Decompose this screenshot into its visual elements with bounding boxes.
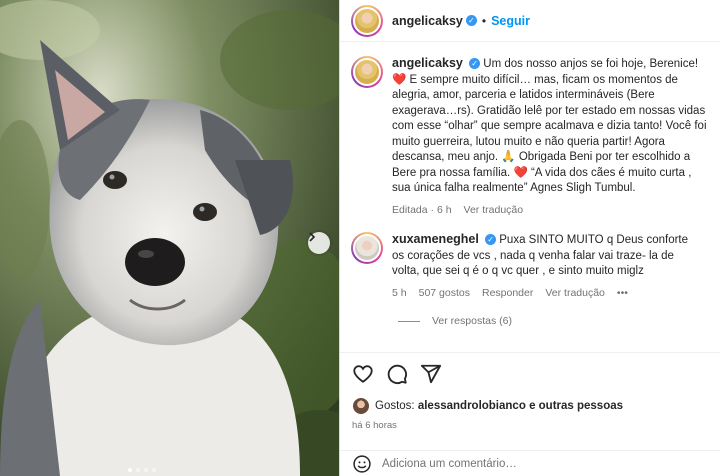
instagram-post-modal: angelicaksy ✓ • Seguir angelicaksy ✓ Um …: [0, 0, 720, 476]
view-replies-label: Ver respostas (6): [432, 315, 512, 327]
emoji-icon[interactable]: [352, 454, 372, 474]
post-header: angelicaksy ✓ • Seguir: [340, 0, 720, 42]
post-time: há 6 horas: [352, 420, 397, 431]
carousel-dot: [152, 468, 156, 472]
follow-button[interactable]: Seguir: [491, 14, 530, 28]
verified-badge-icon: ✓: [469, 58, 481, 70]
carousel-dots: [128, 468, 156, 472]
see-translation-button[interactable]: Ver tradução: [464, 203, 524, 219]
separator-dot: •: [481, 13, 487, 28]
carousel-dot: [136, 468, 140, 472]
avatar[interactable]: [351, 4, 383, 37]
action-bar: [340, 353, 720, 395]
post-author-username[interactable]: angelicaksy: [392, 14, 463, 28]
caption-text: Um dos nosso anjos se foi hoje, Berenice…: [392, 58, 707, 194]
more-options-icon[interactable]: •••: [617, 286, 628, 302]
comment-likes-count[interactable]: 507 gostos: [419, 286, 470, 302]
caption: angelicaksy ✓ Um dos nosso anjos se foi …: [340, 42, 720, 218]
comments-list[interactable]: angelicaksy ✓ Um dos nosso anjos se foi …: [340, 42, 720, 352]
avatar[interactable]: [351, 232, 383, 264]
caption-author-username[interactable]: angelicaksy: [392, 56, 463, 70]
add-comment-bar: Adiciona um comentário…: [340, 450, 720, 476]
verified-badge-icon: ✓: [485, 234, 497, 246]
likes-prefix: Gostos:: [375, 400, 415, 412]
dog-photo: [0, 0, 339, 476]
carousel-dot: [128, 468, 132, 472]
see-translation-button[interactable]: Ver tradução: [545, 286, 605, 302]
comment-author-username[interactable]: xuxameneghel: [392, 232, 479, 246]
likes-summary[interactable]: Gostos: alessandrolobianco e outras pess…: [340, 395, 720, 417]
reply-button[interactable]: Responder: [482, 286, 533, 302]
view-replies-button[interactable]: Ver respostas (6): [398, 315, 720, 327]
share-icon[interactable]: [420, 363, 442, 385]
chevron-right-icon: [309, 232, 316, 242]
post-photo[interactable]: [0, 0, 339, 476]
avatar[interactable]: [351, 56, 383, 88]
comment-time: 5 h: [392, 286, 407, 299]
heart-icon[interactable]: [352, 363, 374, 385]
liker-username[interactable]: alessandrolobianco: [418, 400, 526, 412]
caption-edited-time: Editada · 6 h: [392, 203, 452, 216]
next-photo-button[interactable]: [308, 232, 330, 254]
comment-input[interactable]: Adiciona um comentário…: [382, 458, 517, 470]
post-actions-area: Gostos: alessandrolobianco e outras pess…: [340, 352, 720, 436]
comment-icon[interactable]: [386, 363, 408, 385]
post-side-panel: angelicaksy ✓ • Seguir angelicaksy ✓ Um …: [339, 0, 720, 476]
liker-avatar: [352, 397, 370, 415]
carousel-dot: [144, 468, 148, 472]
replies-divider: [398, 320, 420, 322]
likes-suffix[interactable]: e outras pessoas: [529, 400, 623, 412]
comment-item: xuxameneghel ✓ Puxa SINTO MUITO q Deus c…: [340, 218, 720, 301]
verified-badge-icon: ✓: [465, 15, 477, 26]
